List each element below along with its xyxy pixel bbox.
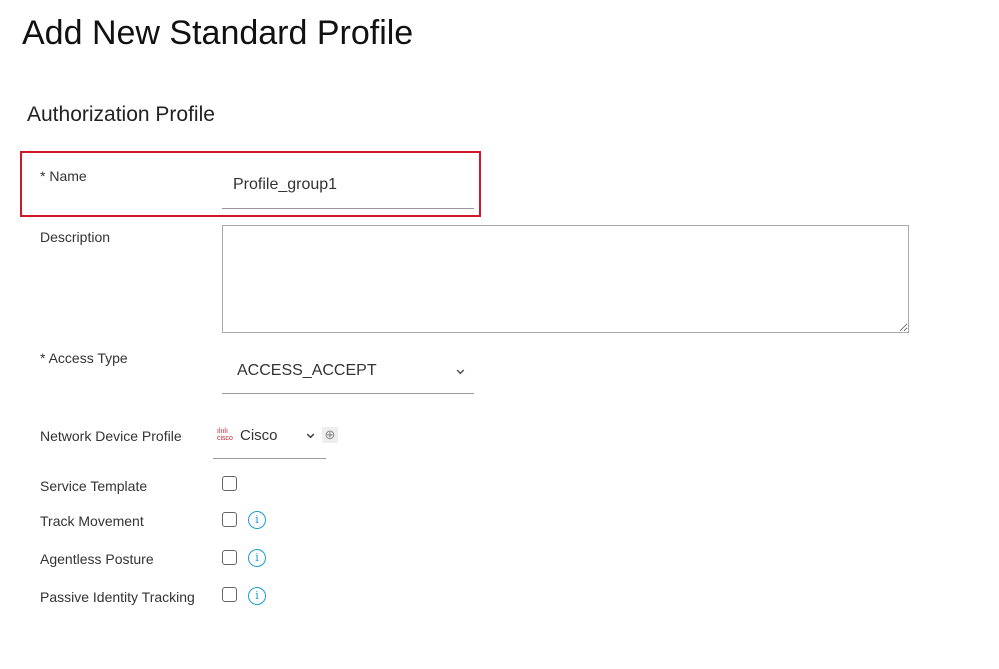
- track-movement-checkbox[interactable]: [222, 512, 237, 527]
- cisco-logo-icon: ılıılı cisco: [217, 428, 233, 442]
- name-label: * Name: [40, 168, 87, 184]
- ndp-label: Network Device Profile: [40, 428, 182, 444]
- access-type-label: * Access Type: [40, 350, 128, 366]
- ndp-select[interactable]: ılıılı cisco Cisco ⌄: [213, 422, 326, 459]
- info-icon[interactable]: i: [248, 587, 266, 605]
- access-type-select[interactable]: ACCESS_ACCEPT ⌄: [222, 358, 474, 394]
- description-label: Description: [40, 229, 111, 245]
- chevron-down-icon: ⌄: [303, 422, 319, 442]
- passive-identity-checkbox[interactable]: [222, 587, 237, 602]
- info-icon[interactable]: i: [248, 549, 266, 567]
- info-icon[interactable]: i: [248, 511, 266, 529]
- description-input[interactable]: [222, 225, 909, 333]
- name-value: Profile_group1: [233, 176, 338, 193]
- service-template-label: Service Template: [40, 478, 148, 494]
- page-title: Add New Standard Profile: [22, 14, 414, 52]
- name-input[interactable]: Profile_group1: [222, 176, 474, 209]
- access-type-value: ACCESS_ACCEPT: [237, 362, 377, 379]
- service-template-checkbox[interactable]: [222, 476, 237, 491]
- passive-identity-label: Passive Identity Tracking: [40, 589, 195, 605]
- target-icon[interactable]: ⊕: [322, 427, 338, 443]
- ndp-value: Cisco: [240, 427, 278, 444]
- chevron-down-icon: ⌄: [452, 358, 468, 378]
- section-title: Authorization Profile: [27, 103, 215, 126]
- agentless-posture-label: Agentless Posture: [40, 551, 154, 567]
- agentless-posture-checkbox[interactable]: [222, 550, 237, 565]
- track-movement-label: Track Movement: [40, 513, 144, 529]
